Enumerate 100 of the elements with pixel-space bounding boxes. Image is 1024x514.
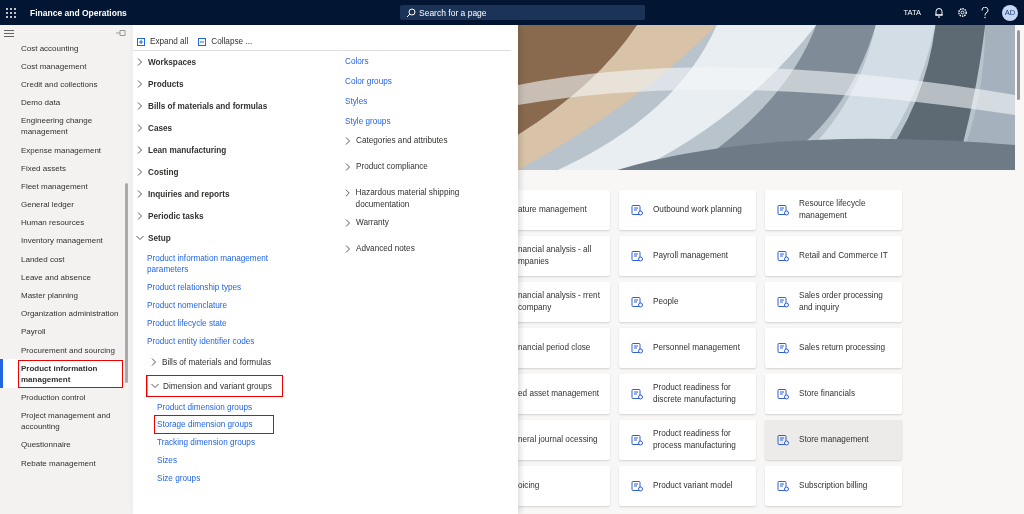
module-item[interactable]: Production control xyxy=(0,388,124,407)
module-item[interactable]: Cost management xyxy=(0,57,124,76)
module-item[interactable]: Rebate management xyxy=(0,453,124,473)
module-item[interactable]: Engineering change management xyxy=(0,111,124,141)
module-item[interactable]: Organization administration xyxy=(0,304,124,323)
chevron-icon xyxy=(345,219,351,227)
menu-link[interactable]: Product relationship types xyxy=(147,278,242,296)
menu-link[interactable]: Storage dimension groups xyxy=(155,416,273,433)
workspace-tile[interactable]: Sales return processing xyxy=(765,328,902,368)
menu-group[interactable]: Inquiries and reports xyxy=(137,183,230,205)
module-item[interactable]: General ledger xyxy=(0,195,124,214)
document-icon xyxy=(631,204,643,216)
module-item[interactable]: Procurement and sourcing xyxy=(0,341,124,360)
menu-group[interactable]: Dimension and variant groups xyxy=(147,376,282,396)
workspace-tile[interactable]: People xyxy=(619,282,756,322)
module-item[interactable]: Expense management xyxy=(0,140,124,160)
help-icon[interactable] xyxy=(981,6,989,19)
module-item[interactable]: Questionnaire xyxy=(0,435,124,454)
scrollbar[interactable] xyxy=(1017,30,1020,100)
document-icon xyxy=(777,204,789,216)
menu-group[interactable]: Bills of materials and formulas xyxy=(147,352,272,372)
pin-icon[interactable] xyxy=(116,30,126,36)
expand-icon xyxy=(137,37,145,46)
menu-group[interactable]: Warranty xyxy=(345,215,505,239)
workspace-tile[interactable]: neral journal ocessing xyxy=(518,420,610,460)
menu-link[interactable]: Product nomenclature xyxy=(147,296,228,314)
menu-link[interactable]: Product lifecycle state xyxy=(147,314,227,332)
document-icon xyxy=(631,388,643,400)
workspace-tile[interactable]: Subscription billing xyxy=(765,466,902,506)
menu-group[interactable]: Workspaces xyxy=(137,51,197,73)
menu-group[interactable]: Setup xyxy=(137,227,171,249)
workspace-tile[interactable]: oicing xyxy=(518,466,610,506)
workspace-tile[interactable]: Product readiness for discrete manufacturing xyxy=(619,374,756,414)
document-icon xyxy=(777,480,789,492)
workspace-tile[interactable]: Personnel management xyxy=(619,328,756,368)
workspace-tile[interactable]: Product variant model xyxy=(619,466,756,506)
workspace-tile[interactable]: Store financials xyxy=(765,374,902,414)
search-icon xyxy=(406,7,416,18)
workspace-tile[interactable]: Payroll management xyxy=(619,236,756,276)
menu-link[interactable]: Product information management parameters xyxy=(147,249,297,278)
document-icon xyxy=(631,342,643,354)
expand-all-button[interactable]: Expand all xyxy=(137,37,189,46)
scrollbar[interactable] xyxy=(125,183,128,383)
chevron-icon xyxy=(345,189,351,197)
notification-bell-icon[interactable] xyxy=(934,7,944,18)
menu-link[interactable]: Style groups xyxy=(345,112,391,130)
module-item[interactable]: Inventory management xyxy=(0,231,124,251)
menu-group[interactable]: Lean manufacturing xyxy=(137,139,227,161)
module-item[interactable]: Landed cost xyxy=(0,250,124,269)
menu-link[interactable]: Color groups xyxy=(345,72,392,90)
menu-group[interactable]: Costing xyxy=(137,161,179,183)
module-item[interactable]: Demo data xyxy=(0,93,124,112)
module-item[interactable]: Cost accounting xyxy=(0,39,124,58)
search-field[interactable]: Search for a page xyxy=(400,5,645,20)
menu-icon[interactable] xyxy=(4,30,14,37)
module-item[interactable]: Leave and absence xyxy=(0,268,124,287)
menu-link[interactable]: Sizes xyxy=(157,451,178,469)
menu-group[interactable]: Bills of materials and formulas xyxy=(137,95,268,117)
module-item[interactable]: Credit and collections xyxy=(0,75,124,94)
chevron-icon xyxy=(345,163,351,171)
menu-link[interactable]: Colors xyxy=(345,52,369,70)
menu-group[interactable]: Hazardous material shipping documentation xyxy=(345,185,505,213)
workspace-tile[interactable]: ature management xyxy=(518,190,610,230)
module-item[interactable]: Payroll xyxy=(0,322,124,341)
workspace-tile[interactable]: nancial period close xyxy=(518,328,610,368)
chevron-icon xyxy=(137,58,143,66)
menu-group[interactable]: Products xyxy=(137,73,184,95)
document-icon xyxy=(777,388,789,400)
menu-link[interactable]: Product entity identifier codes xyxy=(147,332,255,350)
workspace-tile[interactable]: nancial analysis - all mpanies xyxy=(518,236,610,276)
module-item[interactable]: Human resources xyxy=(0,213,124,232)
workspace-tile[interactable]: Product readiness for process manufacturing xyxy=(619,420,756,460)
menu-group[interactable]: Categories and attributes xyxy=(345,133,505,157)
menu-link[interactable]: Tracking dimension groups xyxy=(157,433,255,451)
workspace-tile[interactable]: nancial analysis - rrent company xyxy=(518,282,610,322)
app-launcher-icon[interactable] xyxy=(6,7,16,18)
module-item[interactable]: Product information management xyxy=(0,359,124,389)
workspace-tile[interactable]: ed asset management xyxy=(518,374,610,414)
menu-link[interactable]: Size groups xyxy=(157,469,201,487)
menu-group[interactable]: Advanced notes xyxy=(345,241,505,265)
settings-icon[interactable] xyxy=(957,7,968,18)
workspace-tile[interactable]: Retail and Commerce IT xyxy=(765,236,902,276)
app-title: Finance and Operations xyxy=(30,7,128,18)
collapse-all-button[interactable]: Collapse ... xyxy=(198,37,253,46)
workspace-tile[interactable]: Outbound work planning xyxy=(619,190,756,230)
module-item[interactable]: Master planning xyxy=(0,286,124,305)
menu-group[interactable]: Product compliance xyxy=(345,159,505,183)
module-item[interactable]: Project management and accounting xyxy=(0,406,124,436)
collapse-icon xyxy=(198,37,207,46)
menu-link[interactable]: Product dimension groups xyxy=(157,398,253,416)
module-item[interactable]: Fixed assets xyxy=(0,159,124,178)
module-item[interactable]: Fleet management xyxy=(0,177,124,196)
menu-group[interactable]: Periodic tasks xyxy=(137,205,204,227)
workspace-tile[interactable]: Resource lifecycle management xyxy=(765,190,902,230)
workspace-tile[interactable]: Store management xyxy=(765,420,902,460)
chevron-icon xyxy=(345,137,351,145)
chevron-icon xyxy=(137,102,143,110)
menu-group[interactable]: Cases xyxy=(137,117,173,139)
workspace-tile[interactable]: Sales order processing and inquiry xyxy=(765,282,902,322)
menu-link[interactable]: Styles xyxy=(345,92,368,110)
